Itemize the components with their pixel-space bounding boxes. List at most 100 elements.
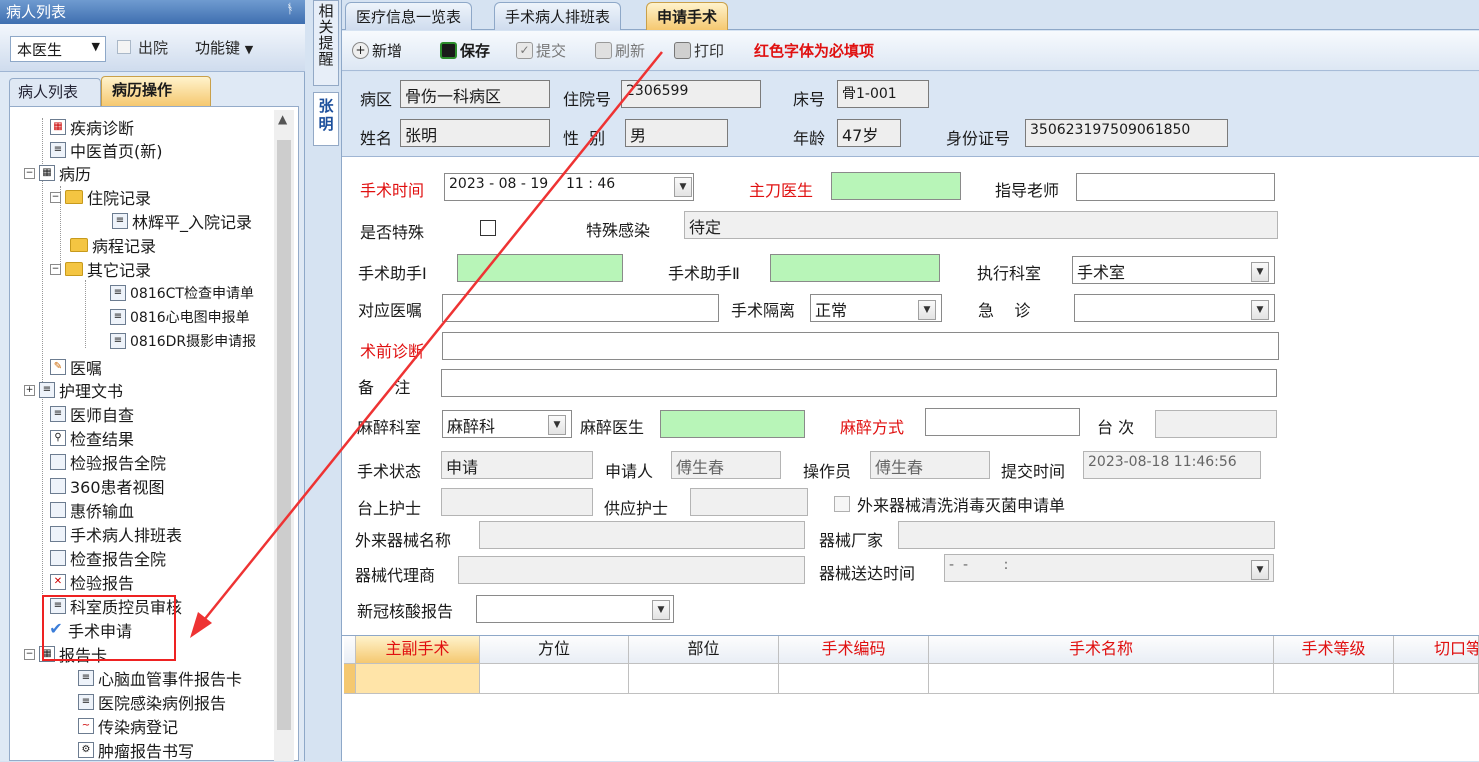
tree-scrollbar[interactable]: ▲	[274, 110, 294, 761]
tab-record-ops[interactable]: 病历操作	[101, 76, 211, 106]
reminder-tab[interactable]: 相关提醒	[313, 0, 339, 86]
tree-line	[42, 118, 43, 638]
scroll-thumb[interactable]	[277, 140, 291, 730]
tree-item-infection-report[interactable]: ≡ 医院感染病例报告	[78, 691, 226, 713]
grid-header-position[interactable]: 方位	[480, 636, 629, 664]
covid-select[interactable]	[476, 595, 674, 623]
function-key-menu[interactable]: 功能键 ▼	[195, 37, 253, 58]
tree-item-tcm-home[interactable]: ≡ 中医首页(新)	[50, 139, 163, 161]
grid-header-main-sub[interactable]: 主副手术	[356, 636, 480, 664]
chevron-down-icon[interactable]: ▼	[1251, 262, 1269, 282]
remark-input[interactable]	[441, 369, 1277, 397]
tree-item-nursing[interactable]: + ≡ 护理文书	[24, 379, 123, 401]
new-button[interactable]: + 新增	[352, 40, 402, 61]
collapse-icon[interactable]: −	[24, 648, 35, 660]
folder-icon	[70, 238, 88, 252]
tab-surgery-schedule[interactable]: 手术病人排班表	[494, 2, 622, 30]
document-icon	[50, 478, 66, 494]
chief-surgeon-input[interactable]	[831, 172, 961, 200]
tree-item-admission-note[interactable]: ≡ 林辉平_入院记录	[112, 210, 252, 232]
order-label: 对应医嘱	[358, 301, 423, 320]
submit-button[interactable]: ✓ 提交	[516, 40, 566, 61]
tree-item-label: 检验报告	[70, 574, 135, 593]
grid-cell[interactable]	[929, 664, 1274, 694]
save-button[interactable]: 保存	[440, 40, 490, 61]
tab-medical-overview[interactable]: 医疗信息一览表	[345, 2, 473, 30]
grid-header-site[interactable]: 部位	[629, 636, 779, 664]
tree-item-360-view[interactable]: 360患者视图	[50, 475, 165, 497]
tree-item-orders[interactable]: ✎ 医嘱	[50, 356, 102, 378]
tree-item-diagnosis[interactable]: ▦ 疾病诊断	[50, 116, 134, 138]
tree-item-exam-reports[interactable]: 检查报告全院	[50, 547, 166, 569]
anes-method-input[interactable]	[925, 408, 1080, 436]
external-clean-checkbox[interactable]	[834, 496, 850, 512]
refresh-label: 刷新	[615, 42, 646, 60]
grid-cell[interactable]	[629, 664, 779, 694]
anes-doctor-label: 麻醉医生	[580, 418, 645, 437]
doctor-select[interactable]: 本医生 ▼	[10, 36, 106, 62]
collapse-icon[interactable]: −	[50, 191, 61, 203]
chevron-down-icon[interactable]: ▼	[548, 415, 566, 435]
print-button[interactable]: 打印	[674, 40, 724, 61]
tree-item-exam-results[interactable]: ⚲ 检查结果	[50, 427, 134, 449]
tree-item-ecg-request[interactable]: ≡ 0816心电图申报单	[110, 306, 250, 328]
tree-item-ct-request[interactable]: ≡ 0816CT检查申请单	[110, 282, 254, 304]
grid-header-incision[interactable]: 切口等	[1394, 636, 1479, 664]
tree-item-tumor-report[interactable]: ⚙ 肿瘤报告书写	[78, 739, 194, 761]
tree-item-other-records[interactable]: − 其它记录	[50, 258, 151, 280]
collapse-icon[interactable]: −	[24, 167, 35, 179]
grid-cell[interactable]	[1394, 664, 1479, 694]
external-clean-label: 外来器械清洗消毒灭菌申请单	[857, 496, 1066, 515]
grid-cell[interactable]	[356, 664, 480, 694]
tree-item-admission[interactable]: − 住院记录	[50, 186, 151, 208]
tree-item-lab-reports[interactable]: 检验报告全院	[50, 451, 166, 473]
surgery-time-input[interactable]: 2023 - 08 - 19 11 : 46	[444, 173, 694, 201]
printer-icon	[674, 42, 691, 59]
tree-item-progress-note[interactable]: 病程记录	[70, 234, 156, 256]
submit-time-label: 提交时间	[1001, 462, 1066, 481]
chevron-down-icon[interactable]: ▼	[1251, 300, 1269, 320]
order-input[interactable]	[442, 294, 719, 322]
calendar-icon: ▦	[50, 119, 66, 135]
tab-surgery-application[interactable]: 申请手术	[646, 2, 729, 30]
instructor-label: 指导老师	[995, 181, 1060, 200]
exec-dept-select[interactable]: 手术室	[1072, 256, 1275, 284]
tree-item-infectious-disease[interactable]: ~ 传染病登记	[78, 715, 178, 737]
function-key-label: 功能键	[195, 39, 241, 57]
chevron-down-icon[interactable]: ▼	[918, 300, 936, 320]
chevron-down-icon[interactable]: ▼	[1251, 560, 1269, 580]
preop-diag-input[interactable]	[442, 332, 1279, 360]
tree-item-label: 检查报告全院	[70, 550, 167, 569]
instructor-input[interactable]	[1076, 173, 1275, 201]
tree-item-transfusion[interactable]: 惠侨输血	[50, 499, 134, 521]
anes-doctor-input[interactable]	[660, 410, 805, 438]
assistant1-input[interactable]	[457, 254, 623, 282]
tree-item-surgery-schedule[interactable]: 手术病人排班表	[50, 523, 182, 545]
tree-item-cardio-report[interactable]: ≡ 心脑血管事件报告卡	[78, 667, 242, 689]
grid-cell[interactable]	[480, 664, 629, 694]
patient-name-tab[interactable]: 张明	[313, 92, 339, 146]
tree-item-self-check[interactable]: ≡ 医师自查	[50, 403, 134, 425]
chevron-down-icon[interactable]: ▼	[652, 600, 670, 620]
tree-item-lab-report[interactable]: ✕ 检验报告	[50, 571, 134, 593]
grid-header-code[interactable]: 手术编码	[779, 636, 929, 664]
agent-field	[458, 556, 805, 584]
emergency-label: 急 诊	[978, 301, 1031, 320]
emergency-select[interactable]	[1074, 294, 1275, 322]
time-spinner[interactable]: ▼	[674, 177, 692, 197]
tab-patient-list[interactable]: 病人列表	[9, 78, 101, 106]
tree-item-medical-record[interactable]: − ▦ 病历	[24, 162, 91, 184]
tree-item-dr-request[interactable]: ≡ 0816DR摄影申请报	[110, 330, 256, 352]
tree-item-label: 中医首页(新)	[70, 142, 163, 161]
collapse-icon[interactable]: −	[50, 263, 61, 275]
expand-icon[interactable]: +	[24, 384, 35, 396]
discharge-checkbox[interactable]	[117, 40, 131, 54]
refresh-button[interactable]: 刷新	[595, 40, 645, 61]
grid-cell[interactable]	[779, 664, 929, 694]
special-checkbox[interactable]	[480, 220, 496, 236]
scroll-up-icon[interactable]: ▲	[278, 112, 287, 126]
grid-cell[interactable]	[1274, 664, 1394, 694]
grid-header-name[interactable]: 手术名称	[929, 636, 1274, 664]
grid-header-level[interactable]: 手术等级	[1274, 636, 1394, 664]
assistant2-input[interactable]	[770, 254, 940, 282]
